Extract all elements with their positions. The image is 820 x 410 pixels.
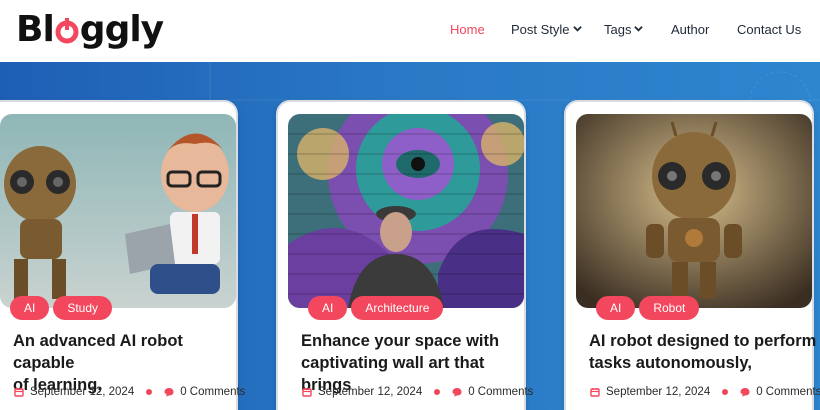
post-date: September 12, 2024 xyxy=(318,386,423,398)
post-tags: AI Study xyxy=(10,296,113,320)
post-image-robot[interactable] xyxy=(576,114,812,308)
comment-icon xyxy=(740,388,750,397)
calendar-icon xyxy=(14,388,24,397)
calendar-icon xyxy=(302,388,312,397)
logo-power-o-icon xyxy=(54,6,80,54)
post-title-line: Enhance your space with xyxy=(301,332,500,350)
post-title-line: An advanced AI robot capable xyxy=(13,332,183,372)
post-comments-link[interactable]: 0 Comments xyxy=(180,386,245,398)
logo-text-start: B xyxy=(16,9,43,50)
post-title-line: tasks autonomously, xyxy=(589,354,752,372)
comment-icon xyxy=(164,388,174,397)
post-image-wall-art[interactable] xyxy=(288,114,524,308)
tag-architecture[interactable]: Architecture xyxy=(351,296,444,320)
post-title[interactable]: AI robot designed to perform tasks auton… xyxy=(589,330,819,374)
separator-dot xyxy=(722,389,729,395)
tag-study[interactable]: Study xyxy=(53,296,113,320)
calendar-icon xyxy=(590,388,600,397)
post-image-robot-and-boy[interactable] xyxy=(0,114,236,308)
post-date: September 12, 2024 xyxy=(606,386,711,398)
separator-dot xyxy=(146,389,153,395)
nav-post-style[interactable]: Post Style xyxy=(511,22,582,37)
nav-tags[interactable]: Tags xyxy=(604,22,644,37)
post-meta: September 12, 2024 0 Comments xyxy=(14,386,245,398)
post-title-line: AI robot designed to perform xyxy=(589,332,817,350)
post-comments-link[interactable]: 0 Comments xyxy=(468,386,533,398)
logo-text-end: ggly xyxy=(79,9,164,50)
post-card[interactable]: AI Study An advanced AI robot capable of… xyxy=(0,100,245,410)
comment-icon xyxy=(452,388,462,397)
tag-ai[interactable]: AI xyxy=(10,296,50,320)
post-meta: September 12, 2024 0 Comments xyxy=(302,386,533,398)
post-card[interactable]: AI Architecture Enhance your space with … xyxy=(276,100,533,410)
nav-author[interactable]: Author xyxy=(671,22,709,37)
tag-ai[interactable]: AI xyxy=(596,296,636,320)
nav-post-style-label: Post Style xyxy=(511,22,570,37)
post-tags: AI Robot xyxy=(596,296,700,320)
nav-tags-label: Tags xyxy=(604,22,632,37)
site-header: Bl ggly Home Post Style Tags Author Conta… xyxy=(0,0,820,62)
chevron-down-icon xyxy=(634,26,644,32)
post-tags: AI Architecture xyxy=(308,296,444,320)
site-logo[interactable]: Bl ggly xyxy=(16,6,164,54)
post-comments-link[interactable]: 0 Comments xyxy=(756,386,820,398)
post-meta: September 12, 2024 0 Comments xyxy=(590,386,820,398)
post-date: September 12, 2024 xyxy=(30,386,135,398)
tag-robot[interactable]: Robot xyxy=(639,296,700,320)
separator-dot xyxy=(434,389,441,395)
post-card[interactable]: AI Robot AI robot designed to perform ta… xyxy=(564,100,820,410)
nav-contact[interactable]: Contact Us xyxy=(737,22,801,37)
logo-text-l: l xyxy=(42,9,54,50)
chevron-down-icon xyxy=(572,26,582,32)
nav-home[interactable]: Home xyxy=(450,22,485,37)
tag-ai[interactable]: AI xyxy=(308,296,348,320)
